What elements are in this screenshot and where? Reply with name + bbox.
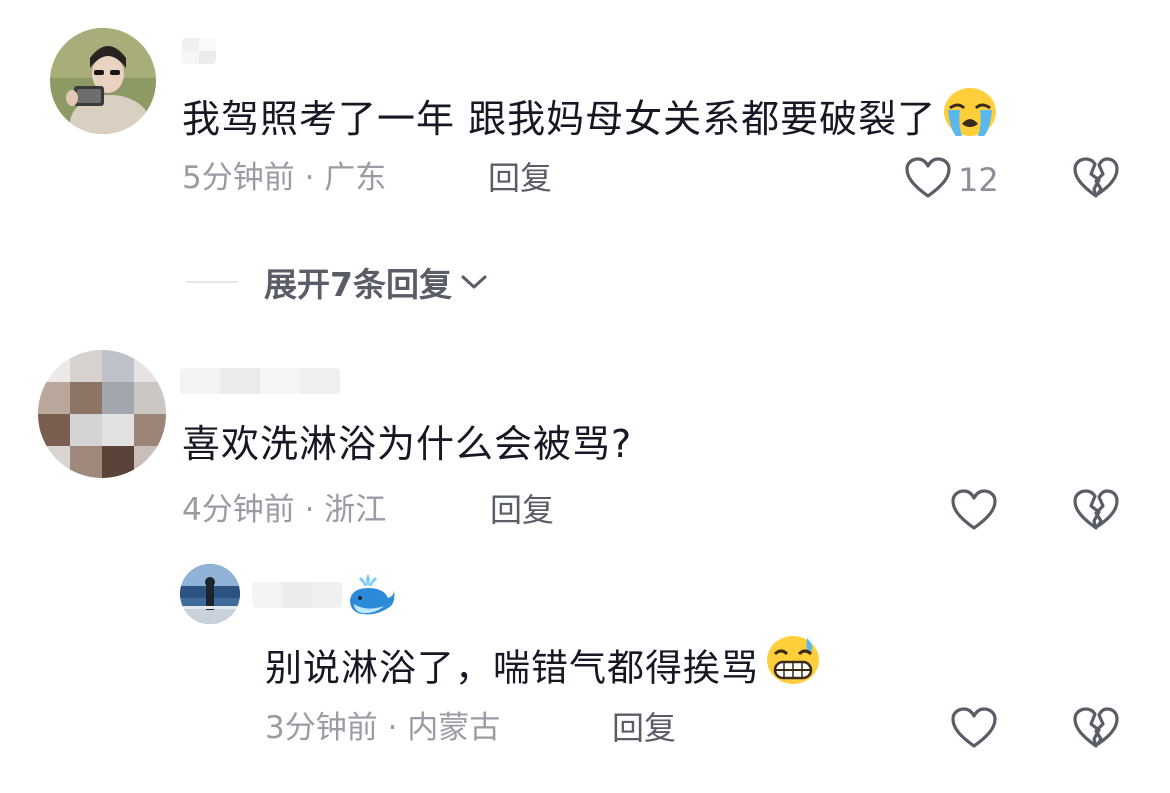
- dislike-button[interactable]: [1072, 706, 1120, 754]
- avatar-blurred[interactable]: [38, 350, 166, 478]
- divider-line: [186, 281, 238, 283]
- comment-location: · 浙江: [304, 492, 387, 528]
- like-count: 12: [958, 161, 999, 199]
- reply-button[interactable]: 回复: [612, 708, 676, 748]
- username-blurred[interactable]: [180, 368, 340, 394]
- broken-heart-icon: [1072, 156, 1120, 204]
- like-button[interactable]: [950, 488, 998, 536]
- comment-meta: 5分钟前 · 广东: [182, 158, 386, 198]
- expand-replies-button[interactable]: 展开7条回复: [264, 258, 488, 306]
- avatar[interactable]: [180, 564, 240, 624]
- dislike-button[interactable]: [1072, 156, 1120, 204]
- username-blurred[interactable]: [252, 582, 342, 608]
- comment-section: 我驾照考了一年 跟我妈母女关系都要破裂了 5分钟前 · 广东 回复 12 展开7…: [0, 0, 1170, 793]
- comment-location: · 广东: [304, 160, 387, 196]
- expand-replies-label: 展开7条回复: [264, 265, 452, 304]
- comment-time: 3分钟前: [265, 710, 378, 746]
- username-blurred[interactable]: [182, 38, 216, 64]
- chevron-down-icon: [460, 272, 488, 292]
- reply-button[interactable]: 回复: [488, 158, 552, 198]
- expand-replies-row: 展开7条回复: [186, 258, 488, 306]
- comment-location: · 内蒙古: [387, 710, 501, 746]
- heart-outline-icon: [950, 488, 998, 536]
- reply-button[interactable]: 回复: [490, 490, 554, 530]
- comment-time: 4分钟前: [182, 492, 295, 528]
- heart-outline-icon: [950, 706, 998, 754]
- like-button[interactable]: 12: [904, 156, 999, 204]
- comment-text: 我驾照考了一年 跟我妈母女关系都要破裂了: [182, 88, 998, 153]
- reply-text: 别说淋浴了，喘错气都得挨骂: [265, 636, 821, 702]
- dislike-button[interactable]: [1072, 488, 1120, 536]
- broken-heart-icon: [1072, 488, 1120, 536]
- comment-meta: 4分钟前 · 浙江: [182, 490, 386, 530]
- avatar[interactable]: [50, 28, 156, 134]
- spouting-whale-icon: [346, 570, 396, 622]
- like-button[interactable]: [950, 706, 998, 754]
- grinning-face-with-sweat-icon: [765, 634, 821, 698]
- comment-time: 5分钟前: [182, 160, 295, 196]
- heart-outline-icon: [904, 156, 952, 204]
- loudly-crying-face-icon: [942, 86, 998, 149]
- reply-meta: 3分钟前 · 内蒙古: [265, 708, 500, 748]
- comment-text: 喜欢洗淋浴为什么会被骂?: [182, 422, 633, 466]
- broken-heart-icon: [1072, 706, 1120, 754]
